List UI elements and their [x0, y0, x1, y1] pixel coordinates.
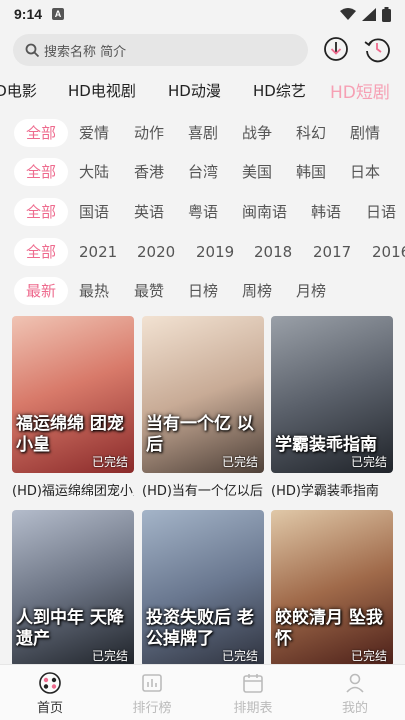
- search-row: 搜索名称 简介: [13, 33, 393, 67]
- tab-hd-anime[interactable]: HD动漫: [168, 80, 221, 101]
- filter-sort-latest[interactable]: 最新: [14, 277, 68, 305]
- poster-title-art: 皎皎清月 坠我怀: [275, 608, 383, 649]
- filter-region-all[interactable]: 全部: [14, 158, 68, 186]
- calendar-icon: [243, 674, 263, 693]
- status-bar: 9:14 A: [0, 0, 405, 28]
- nav-ranking[interactable]: 排行榜: [112, 671, 192, 716]
- poster-title-art: 投资失败后 老公掉牌了: [146, 608, 254, 649]
- status-badge: 已完结: [91, 455, 128, 469]
- filter-sort-item[interactable]: 月榜: [296, 277, 326, 305]
- filter-region-item[interactable]: 日本: [350, 158, 380, 186]
- filter-language-all[interactable]: 全部: [14, 198, 68, 226]
- filter-region-item[interactable]: 美国: [242, 158, 272, 186]
- video-poster[interactable]: 福运绵绵 团宠小皇 已完结: [12, 316, 134, 473]
- nav-profile-label: 我的: [341, 701, 368, 716]
- filter-language: 全部 国语 英语 粤语 闽南语 韩语 日语: [0, 198, 405, 226]
- poster-title-art: 当有一个亿 以后: [146, 414, 254, 455]
- category-tabs: HD电影 HD电视剧 HD动漫 HD综艺 HD短剧: [0, 72, 405, 108]
- filter-year-item[interactable]: 2019: [196, 238, 234, 266]
- search-placeholder: 搜索名称 简介: [44, 44, 127, 60]
- sim-icon: A: [52, 8, 65, 20]
- video-poster[interactable]: 学霸装乖指南 已完结: [271, 316, 393, 473]
- battery-icon: [382, 6, 391, 22]
- tab-hd-short[interactable]: HD短剧: [330, 78, 390, 103]
- wifi-icon: [340, 7, 356, 20]
- poster-title-art: 学霸装乖指南: [275, 434, 377, 455]
- history-icon[interactable]: [363, 35, 391, 63]
- filter-sort-item[interactable]: 最赞: [134, 277, 164, 305]
- filter-genre-item[interactable]: 战争: [242, 119, 272, 147]
- home-icon: [39, 672, 61, 694]
- filter-sort-item[interactable]: 最热: [79, 277, 109, 305]
- video-card[interactable]: 人到中年 天降遗产 已完结: [12, 510, 134, 667]
- tab-hd-tv[interactable]: HD电视剧: [68, 80, 136, 101]
- filter-sort: 最新 最热 最赞 日榜 周榜 月榜: [0, 277, 405, 305]
- nav-schedule-label: 排期表: [233, 701, 273, 716]
- video-poster[interactable]: 当有一个亿 以后 已完结: [142, 316, 264, 473]
- filter-region-item[interactable]: 大陆: [79, 158, 109, 186]
- video-card[interactable]: 福运绵绵 团宠小皇 已完结 (HD)福运绵绵团宠小皇: [12, 316, 134, 499]
- status-time: 9:14: [14, 6, 43, 22]
- filter-year-item[interactable]: 2017: [313, 238, 351, 266]
- filter-genre-item[interactable]: 爱情: [79, 119, 109, 147]
- filter-region-item[interactable]: 香港: [134, 158, 164, 186]
- filter-year-item[interactable]: 2021: [79, 238, 117, 266]
- ranking-icon: [142, 674, 162, 692]
- filter-language-item[interactable]: 粤语: [188, 198, 218, 226]
- filter-year-item[interactable]: 2018: [254, 238, 292, 266]
- nav-ranking-label: 排行榜: [132, 701, 172, 716]
- status-badge: 已完结: [350, 649, 387, 663]
- tab-hd-variety[interactable]: HD综艺: [253, 80, 306, 101]
- nav-home-label: 首页: [36, 701, 63, 716]
- filter-sort-item[interactable]: 日榜: [188, 277, 218, 305]
- profile-icon: [346, 673, 364, 693]
- poster-title-art: 人到中年 天降遗产: [16, 608, 124, 649]
- filter-year-item[interactable]: 2016: [372, 238, 405, 266]
- search-input[interactable]: 搜索名称 简介: [13, 34, 308, 66]
- filter-language-item[interactable]: 英语: [134, 198, 164, 226]
- video-poster[interactable]: 投资失败后 老公掉牌了 已完结: [142, 510, 264, 667]
- filter-genre-all[interactable]: 全部: [14, 119, 68, 147]
- video-card[interactable]: 当有一个亿 以后 已完结 (HD)当有一个亿以后: [142, 316, 264, 499]
- video-card[interactable]: 学霸装乖指南 已完结 (HD)学霸装乖指南: [271, 316, 393, 499]
- filter-language-item[interactable]: 国语: [79, 198, 109, 226]
- signal-icon: [362, 7, 376, 21]
- video-card[interactable]: 皎皎清月 坠我怀 已完结: [271, 510, 393, 667]
- search-icon: [25, 43, 40, 57]
- filter-year-item[interactable]: 2020: [137, 238, 175, 266]
- filter-year-all[interactable]: 全部: [14, 238, 68, 266]
- video-title[interactable]: (HD)学霸装乖指南: [271, 480, 393, 499]
- filter-genre-item[interactable]: 动作: [134, 119, 164, 147]
- poster-title-art: 福运绵绵 团宠小皇: [16, 414, 124, 455]
- status-badge: 已完结: [221, 649, 258, 663]
- filter-language-item[interactable]: 闽南语: [242, 198, 287, 226]
- filter-genre-item[interactable]: 科幻: [296, 119, 326, 147]
- nav-home[interactable]: 首页: [10, 671, 90, 716]
- download-icon[interactable]: [322, 35, 350, 63]
- filter-region-item[interactable]: 韩国: [296, 158, 326, 186]
- filter-language-item[interactable]: 韩语: [311, 198, 341, 226]
- filter-year: 全部 2021 2020 2019 2018 2017 2016: [0, 238, 405, 266]
- nav-profile[interactable]: 我的: [315, 671, 395, 716]
- video-title[interactable]: (HD)福运绵绵团宠小皇: [12, 480, 134, 499]
- status-badge: 已完结: [221, 455, 258, 469]
- video-title[interactable]: (HD)当有一个亿以后: [142, 480, 264, 499]
- filter-sort-item[interactable]: 周榜: [242, 277, 272, 305]
- filter-genre-item[interactable]: 喜剧: [188, 119, 218, 147]
- video-card[interactable]: 投资失败后 老公掉牌了 已完结: [142, 510, 264, 667]
- filter-region: 全部 大陆 香港 台湾 美国 韩国 日本: [0, 158, 405, 186]
- video-poster[interactable]: 人到中年 天降遗产 已完结: [12, 510, 134, 667]
- video-poster[interactable]: 皎皎清月 坠我怀 已完结: [271, 510, 393, 667]
- status-badge: 已完结: [91, 649, 128, 663]
- status-badge: 已完结: [350, 455, 387, 469]
- nav-schedule[interactable]: 排期表: [213, 671, 293, 716]
- bottom-nav: 首页 排行榜 排期表 我的: [0, 664, 405, 720]
- filter-language-item[interactable]: 日语: [366, 198, 396, 226]
- filter-genre-item[interactable]: 剧情: [350, 119, 380, 147]
- tab-hd-movie[interactable]: HD电影: [0, 80, 37, 101]
- filter-region-item[interactable]: 台湾: [188, 158, 218, 186]
- filter-genre: 全部 爱情 动作 喜剧 战争 科幻 剧情: [0, 119, 405, 147]
